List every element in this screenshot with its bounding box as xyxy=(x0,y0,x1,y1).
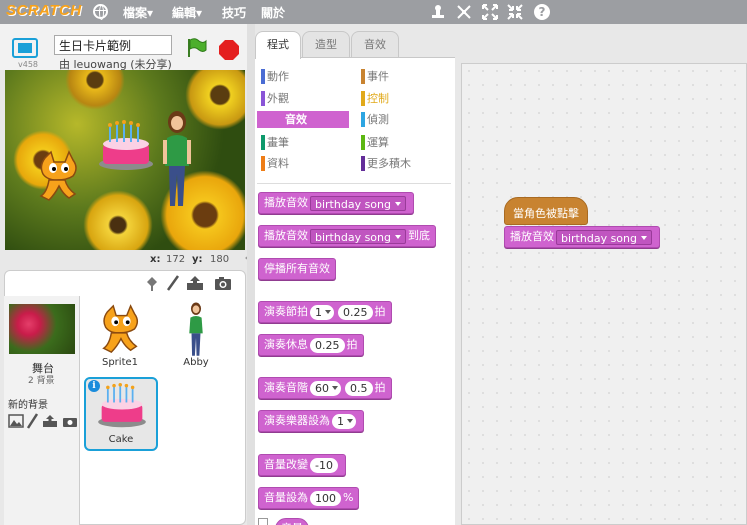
category-looks[interactable]: 外觀 xyxy=(257,90,349,107)
block-play-note[interactable]: 演奏音階 60 0.5 拍 xyxy=(258,377,392,399)
note-number: 60 xyxy=(310,380,341,396)
category-data[interactable]: 資料 xyxy=(257,155,349,172)
help-icon[interactable]: ? xyxy=(533,3,551,21)
sprite-tile-sprite1[interactable]: Sprite1 xyxy=(85,300,155,372)
category-pen[interactable]: 畫筆 xyxy=(257,134,349,151)
shrink-icon[interactable] xyxy=(506,3,524,21)
stage-thumbnail[interactable] xyxy=(9,304,75,354)
camera-backdrop-icon[interactable] xyxy=(62,415,78,428)
block-stop-all-sounds[interactable]: 停播所有音效 xyxy=(258,258,336,280)
backdrop-count: 2 背景 xyxy=(28,376,55,386)
block-set-instrument[interactable]: 演奏樂器設為 1 xyxy=(258,410,364,432)
block-play-sound[interactable]: 播放音效 birthday song xyxy=(258,192,414,214)
svg-text:?: ? xyxy=(539,5,546,19)
stage-backdrop-list: 舞台 2 背景 新的背景 xyxy=(4,296,80,525)
panel-divider xyxy=(247,24,255,525)
menu-tips[interactable]: 技巧 xyxy=(222,4,246,21)
block-set-volume[interactable]: 音量設為 100% xyxy=(258,487,360,509)
new-backdrop-label: 新的背景 xyxy=(8,400,48,411)
stage-canvas[interactable] xyxy=(5,70,245,250)
paint-brush-icon[interactable] xyxy=(166,275,180,291)
backdrop-library-icon[interactable] xyxy=(8,414,24,428)
category-sound[interactable]: 音效 xyxy=(257,111,349,128)
y-label: y: xyxy=(192,254,203,265)
volume-checkbox[interactable] xyxy=(258,518,268,525)
note-beats: 0.5 xyxy=(345,380,373,396)
cut-icon[interactable] xyxy=(455,3,473,21)
block-play-sound-until-done[interactable]: 播放音效 birthday song 到底 xyxy=(258,225,436,247)
tab-costumes[interactable]: 造型 xyxy=(302,31,350,58)
sprite-tile-cake[interactable]: i Cake xyxy=(84,377,158,451)
stage-header: v458 生日卡片範例 由 leuowang (未分享) xyxy=(0,24,247,71)
menu-bar: SCRATCH 檔案▾ 編輯▾ 技巧 關於 ? xyxy=(0,0,747,24)
volume-change-value: -10 xyxy=(310,457,338,473)
sound-dropdown: birthday song xyxy=(310,195,406,211)
menu-about[interactable]: 關於 xyxy=(261,4,285,21)
project-title-input[interactable]: 生日卡片範例 xyxy=(54,35,172,55)
scripts-area[interactable] xyxy=(461,63,747,525)
tab-sounds[interactable]: 音效 xyxy=(351,31,399,58)
upload-sprite-icon[interactable] xyxy=(186,275,204,291)
stop-icon[interactable] xyxy=(219,40,239,60)
green-flag-icon[interactable] xyxy=(186,38,208,58)
abby-sprite[interactable] xyxy=(159,110,195,210)
category-events[interactable]: 事件 xyxy=(357,68,449,85)
sprite-name: Cake xyxy=(108,434,134,445)
sprite1-thumbnail xyxy=(102,304,139,354)
version-label: v458 xyxy=(18,60,39,69)
cake-sprite[interactable] xyxy=(97,120,155,172)
sprite-tile-abby[interactable]: Abby xyxy=(161,300,231,372)
camera-icon[interactable] xyxy=(214,276,232,291)
sprite-name: Abby xyxy=(183,357,209,368)
category-sensing[interactable]: 偵測 xyxy=(357,111,449,128)
menu-file[interactable]: 檔案▾ xyxy=(123,4,153,21)
block-change-volume[interactable]: 音量改變 -10 xyxy=(258,454,346,476)
cat-sprite[interactable] xyxy=(35,150,81,204)
category-control[interactable]: 控制 xyxy=(357,90,449,107)
block-play-drum[interactable]: 演奏節拍 1 0.25 拍 xyxy=(258,301,392,323)
grow-icon[interactable] xyxy=(481,3,499,21)
script-sound-dropdown: birthday song xyxy=(556,229,652,245)
menu-edit[interactable]: 編輯▾ xyxy=(172,4,202,21)
y-value: 180 xyxy=(210,254,230,265)
paint-backdrop-icon[interactable] xyxy=(26,413,38,429)
choose-sprite-library-icon[interactable] xyxy=(144,276,160,292)
mouse-coordinates: x: 172 y: 180 xyxy=(0,250,250,268)
palette-separator xyxy=(257,183,451,184)
category-more-blocks[interactable]: 更多積木 xyxy=(357,155,449,172)
language-globe-icon[interactable] xyxy=(93,4,108,20)
volume-value: 100 xyxy=(310,490,341,506)
abby-thumbnail xyxy=(189,302,203,356)
category-operators[interactable]: 運算 xyxy=(357,134,449,151)
upload-backdrop-icon[interactable] xyxy=(42,414,58,428)
drum-number: 1 xyxy=(310,304,334,320)
x-value: 172 xyxy=(166,254,186,265)
script-hat-when-sprite-clicked[interactable]: 當角色被點擊 xyxy=(504,197,588,225)
drum-beats: 0.25 xyxy=(338,304,373,320)
cake-thumbnail xyxy=(98,383,146,428)
rest-beats: 0.25 xyxy=(310,337,345,353)
x-label: x: xyxy=(150,254,161,265)
fullscreen-icon[interactable] xyxy=(12,38,38,58)
sound-dropdown: birthday song xyxy=(310,228,406,244)
duplicate-icon[interactable] xyxy=(429,3,447,21)
tab-scripts[interactable]: 程式 xyxy=(255,31,301,59)
block-rest[interactable]: 演奏休息 0.25 拍 xyxy=(258,334,364,356)
sprite-name: Sprite1 xyxy=(101,357,139,368)
script-play-sound[interactable]: 播放音效 birthday song xyxy=(504,226,660,248)
block-palette: 動作 事件 外觀 控制 音效 偵測 畫筆 運算 資料 更多積木 播放音效 birt… xyxy=(255,57,455,525)
category-motion[interactable]: 動作 xyxy=(257,68,349,85)
scratch-logo[interactable]: SCRATCH xyxy=(6,2,82,19)
block-volume-reporter[interactable]: 音量 xyxy=(275,518,309,525)
instrument-number: 1 xyxy=(332,413,356,429)
